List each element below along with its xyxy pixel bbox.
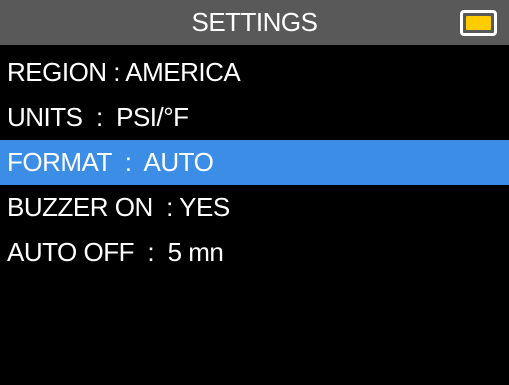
settings-screen: SETTINGS REGION : AMERICA UNITS : PSI/°F… xyxy=(0,0,509,385)
settings-menu: REGION : AMERICA UNITS : PSI/°F FORMAT :… xyxy=(0,50,509,275)
title-bar: SETTINGS xyxy=(0,0,509,45)
battery-level-fill xyxy=(466,16,491,30)
page-title: SETTINGS xyxy=(191,7,318,37)
menu-item-auto-off[interactable]: AUTO OFF : 5 mn xyxy=(0,230,509,275)
menu-item-buzzer[interactable]: BUZZER ON : YES xyxy=(0,185,509,230)
menu-item-units[interactable]: UNITS : PSI/°F xyxy=(0,95,509,140)
battery-icon xyxy=(460,10,497,36)
menu-item-region[interactable]: REGION : AMERICA xyxy=(0,50,509,95)
menu-item-format[interactable]: FORMAT : AUTO xyxy=(0,140,509,185)
